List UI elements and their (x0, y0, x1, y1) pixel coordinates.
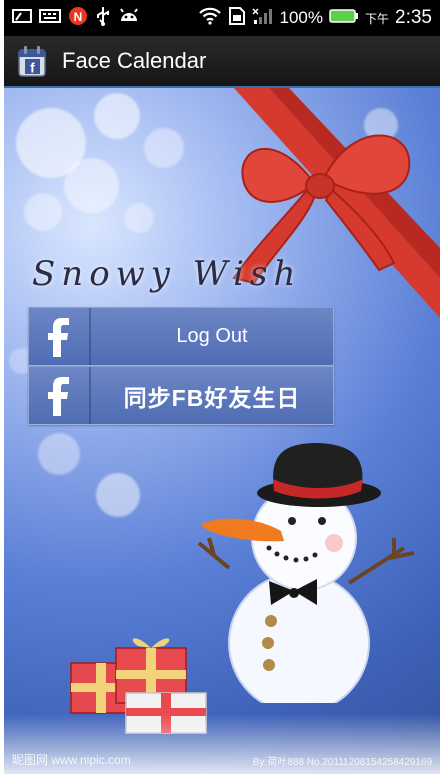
signal-icon (251, 7, 274, 30)
main-content: Snowy Wish Log Out 同步FB好友生日 昵图网 www.nipi… (4, 88, 440, 774)
keyboard-icon (39, 8, 61, 29)
svg-text:N: N (74, 10, 83, 24)
action-bar: f Face Calendar (4, 36, 440, 88)
n-app-icon: N (68, 6, 88, 31)
logout-button[interactable]: Log Out (28, 307, 334, 366)
am-pm-label: 下午 (365, 11, 390, 26)
clock: 2:35 (395, 7, 432, 28)
bokeh-light (24, 193, 62, 231)
screen: N 100% 下午 2:35 f Face Calendar Snowy Wis… (0, 0, 444, 778)
sim-card-icon (228, 6, 246, 31)
app-title: Face Calendar (62, 48, 207, 73)
notification-icons: N (4, 6, 140, 31)
wifi-icon (198, 7, 222, 30)
watermark-left: 昵图网 www.nipic.com (12, 753, 131, 767)
bokeh-light (38, 433, 80, 475)
watermark-right: By:荷叶888 No.20111208154258429169 (252, 757, 432, 768)
bokeh-light (124, 203, 154, 233)
bokeh-light (144, 128, 184, 168)
facebook-icon (29, 308, 91, 365)
status-bar: N 100% 下午 2:35 (4, 0, 440, 36)
facebook-icon (29, 367, 91, 424)
sync-fb-birthdays-label: 同步FB好友生日 (123, 384, 301, 411)
bokeh-light (94, 93, 140, 139)
system-status: 100% 下午 2:35 (198, 6, 440, 31)
battery-percent: 100% (279, 8, 323, 27)
snowman-illustration (197, 443, 415, 703)
android-debug-icon (118, 7, 140, 30)
usb-icon (95, 6, 111, 31)
battery-icon (329, 8, 359, 29)
svg-text:f: f (30, 60, 35, 76)
sync-fb-birthdays-button[interactable]: 同步FB好友生日 (28, 366, 334, 425)
snowy-wish-title: Snowy Wish (32, 254, 302, 294)
bokeh-light (64, 158, 119, 213)
screenshot-icon (12, 8, 32, 29)
logout-label: Log Out (176, 325, 248, 347)
bokeh-light (96, 473, 140, 517)
face-calendar-app-icon: f (16, 44, 50, 78)
